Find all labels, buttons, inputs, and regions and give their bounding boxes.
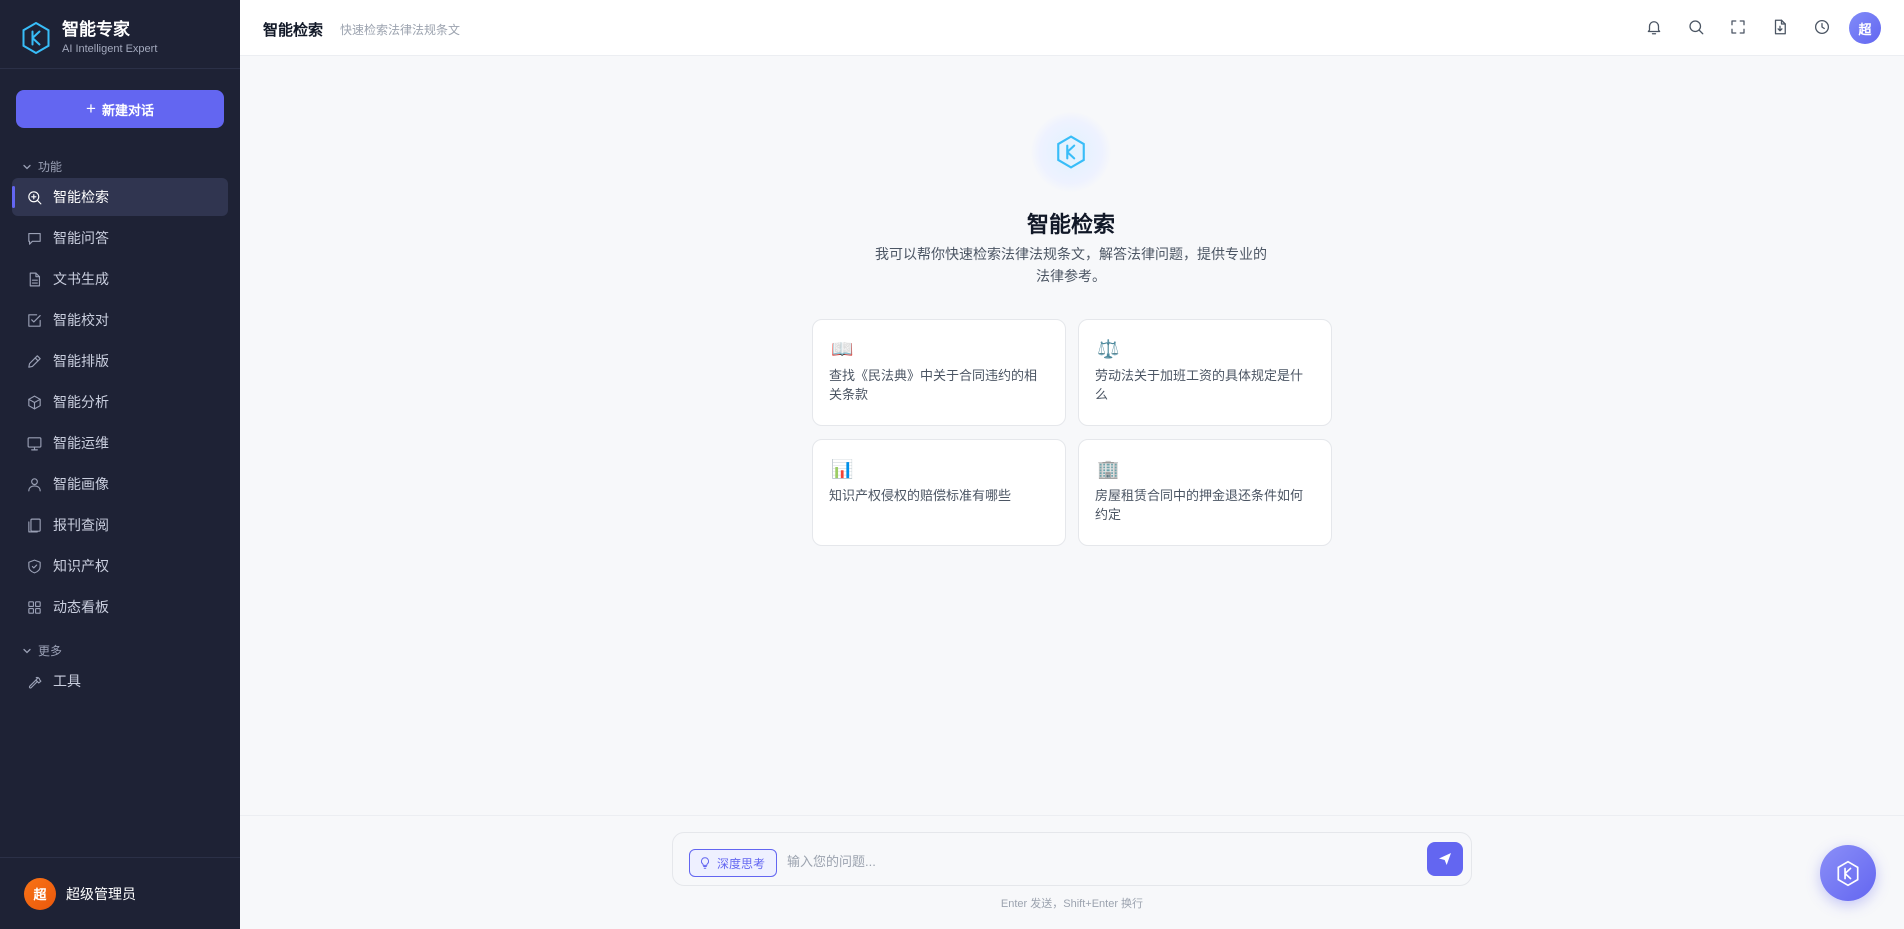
user-profile[interactable]: 超 超级管理员 [0, 857, 240, 929]
sidebar-item-label: 智能排版 [53, 353, 109, 369]
bell-icon [1647, 21, 1661, 35]
chevron-down-icon [23, 648, 31, 653]
wrench-icon [28, 676, 42, 689]
sidebar-item-dashboard[interactable]: 动态看板 [12, 588, 228, 626]
input-hint: Enter 发送，Shift+Enter 换行 [1000, 898, 1144, 910]
search-icon [1689, 20, 1704, 35]
section-toggle-features[interactable]: 功能 [22, 158, 62, 175]
sidebar-item-proofreading[interactable]: 智能校对 [12, 301, 228, 339]
user-icon [28, 477, 41, 491]
document-icon [29, 272, 41, 286]
check-square-icon [28, 313, 41, 327]
sidebar-item-label: 智能校对 [53, 312, 109, 328]
sidebar-item-label: 智能检索 [53, 189, 109, 205]
new-chat-label: 新建对话 [101, 102, 154, 118]
cube-icon [28, 395, 41, 409]
suggestion-card[interactable]: 📖 查找《民法典》中关于合同违约的相关条款 [812, 319, 1066, 426]
plus-icon: + [86, 99, 96, 118]
avatar[interactable]: 超 [1849, 12, 1881, 44]
section-toggle-more[interactable]: 更多 [22, 642, 62, 659]
section-label-more: 更多 [38, 644, 63, 658]
chevron-down-icon [23, 164, 31, 169]
send-button[interactable] [1427, 842, 1463, 876]
sidebar-item-tools[interactable]: 工具 [12, 662, 228, 700]
section-label-features: 功能 [38, 160, 63, 174]
suggestion-text: 劳动法关于加班工资的具体规定是什么 [1095, 368, 1304, 402]
download-file-icon [1774, 19, 1786, 35]
sidebar-item-label: 智能分析 [53, 394, 109, 410]
top-header: 智能检索 快速检索法律法规条文 超 [240, 0, 1904, 56]
sidebar-item-periodicals[interactable]: 报刊查阅 [12, 506, 228, 544]
sidebar-item-label: 文书生成 [53, 271, 109, 287]
brand-logo-icon [1057, 135, 1085, 169]
grid-icon [28, 600, 41, 614]
suggestion-card[interactable]: 🏢 房屋租赁合同中的押金退还条件如何约定 [1078, 439, 1332, 546]
search-button[interactable] [1685, 16, 1707, 38]
hero-title: 智能检索 [1026, 212, 1115, 237]
lightbulb-icon [700, 857, 710, 869]
hero-logo [1031, 112, 1111, 192]
sidebar-item-label: 智能运维 [53, 435, 109, 451]
chat-input[interactable] [787, 847, 1387, 875]
suggestion-text: 知识产权侵权的赔偿标准有哪些 [829, 488, 1012, 503]
hero-description: 我可以帮你快速检索法律法规条文，解答法律问题，提供专业的法律参考。 [875, 246, 1267, 284]
pen-icon [28, 354, 41, 368]
sidebar-item-analysis[interactable]: 智能分析 [12, 383, 228, 421]
deep-think-label: 深度思考 [717, 856, 766, 871]
sidebar-item-portrait[interactable]: 智能画像 [12, 465, 228, 503]
sidebar-item-typesetting[interactable]: 智能排版 [12, 342, 228, 380]
sidebar-item-doc-generation[interactable]: 文书生成 [12, 260, 228, 298]
suggestion-card[interactable]: 📊 知识产权侵权的赔偿标准有哪些 [812, 439, 1066, 546]
deep-think-toggle[interactable]: 深度思考 [689, 849, 777, 877]
sidebar-item-label: 报刊查阅 [53, 517, 109, 533]
pages-icon [28, 518, 41, 532]
sidebar-item-ip[interactable]: 知识产权 [12, 547, 228, 585]
sidebar-item-smart-qa[interactable]: 智能问答 [12, 219, 228, 257]
export-button[interactable] [1769, 16, 1791, 38]
suggestion-text: 查找《民法典》中关于合同违约的相关条款 [829, 368, 1038, 402]
divider [240, 815, 1904, 816]
brand[interactable]: 智能专家 AI Intelligent Expert [22, 20, 157, 56]
send-icon [1439, 853, 1451, 865]
sidebar-item-label: 智能问答 [53, 230, 109, 246]
assistant-float-button[interactable] [1820, 845, 1876, 901]
suggestion-text: 房屋租赁合同中的押金退还条件如何约定 [1095, 488, 1304, 522]
sidebar-item-operations[interactable]: 智能运维 [12, 424, 228, 462]
brand-logo-icon [22, 22, 50, 54]
search-doc-icon [28, 190, 42, 204]
page-subtitle: 快速检索法律法规条文 [340, 23, 461, 37]
scales-icon: ⚖️ [1097, 339, 1120, 359]
fullscreen-button[interactable] [1727, 16, 1749, 38]
chat-bubble-icon [28, 232, 41, 245]
divider [0, 68, 240, 69]
avatar: 超 [24, 877, 56, 910]
sidebar-item-label: 知识产权 [53, 558, 109, 574]
bar-chart-icon: 📊 [831, 459, 854, 479]
new-chat-button[interactable]: + 新建对话 [16, 90, 224, 128]
fullscreen-icon [1731, 20, 1745, 34]
sidebar-item-label: 工具 [53, 673, 81, 689]
brand-subtitle: AI Intelligent Expert [62, 43, 158, 55]
chat-composer: 深度思考 [672, 832, 1472, 886]
sidebar-item-label: 动态看板 [53, 599, 109, 615]
shield-icon [28, 559, 41, 573]
sidebar-item-label: 智能画像 [53, 476, 109, 492]
notifications-button[interactable] [1643, 16, 1665, 38]
sidebar-item-smart-search[interactable]: 智能检索 [12, 178, 228, 216]
brand-title: 智能专家 [62, 20, 130, 39]
brand-logo-icon [1837, 860, 1859, 886]
building-icon: 🏢 [1097, 459, 1120, 479]
history-clock-icon [1814, 19, 1830, 35]
user-name: 超级管理员 [66, 885, 136, 902]
monitor-icon [27, 436, 42, 450]
sidebar: 智能专家 AI Intelligent Expert + 新建对话 功能 智能检… [0, 0, 240, 929]
suggestion-card[interactable]: ⚖️ 劳动法关于加班工资的具体规定是什么 [1078, 319, 1332, 426]
page-title: 智能检索 [263, 22, 324, 39]
book-icon: 📖 [831, 339, 854, 359]
history-button[interactable] [1811, 16, 1833, 38]
